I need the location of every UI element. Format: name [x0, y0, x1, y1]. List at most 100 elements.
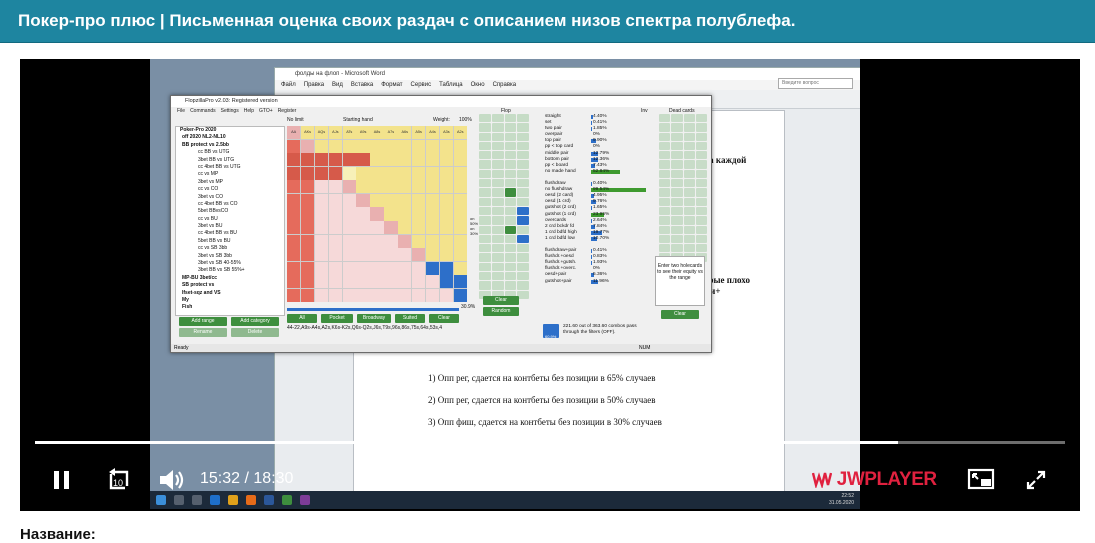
- hand-cell: [440, 221, 453, 234]
- flop-card: [517, 198, 529, 206]
- hand-cell: [384, 221, 397, 234]
- dead-card: [696, 114, 707, 122]
- video-player[interactable]: фолды на флоп - Microsoft Word ФайлПравк…: [20, 59, 1080, 511]
- hand-cell: [287, 289, 300, 302]
- hand-cell: [384, 167, 397, 180]
- hand-cell: [384, 275, 397, 288]
- dead-card: [671, 216, 682, 224]
- dead-card: [696, 133, 707, 141]
- word-menu-item: Вставка: [351, 82, 373, 88]
- pause-icon[interactable]: [52, 469, 72, 496]
- hand-cell: [454, 275, 467, 288]
- hand-cell: [301, 207, 314, 220]
- picture-in-picture-icon[interactable]: [967, 468, 995, 497]
- hand-cell: [315, 153, 328, 166]
- flop-card: [492, 263, 504, 271]
- hand-cell: [370, 289, 383, 302]
- hand-cell: [398, 221, 411, 234]
- hand-cell: [384, 194, 397, 207]
- dead-card: [696, 142, 707, 150]
- hand-cell: [287, 262, 300, 275]
- enter-holecards-text: Enter two holecards to see their equity …: [656, 263, 704, 281]
- weight-label: Weight:: [433, 117, 450, 123]
- flop-card: [479, 142, 491, 150]
- word-menu: ФайлПравкаВидВставкаФорматСервисТаблицаО…: [275, 80, 860, 90]
- hand-cell: A5s: [412, 126, 425, 139]
- flop-card: [505, 170, 517, 178]
- hand-cell: [343, 140, 356, 153]
- dead-card: [659, 123, 670, 131]
- pocket-button: Pocket: [321, 314, 353, 323]
- jwplayer-logo[interactable]: JWPLAYER: [812, 469, 937, 491]
- tree-item: MP-BU 3bet/cc: [176, 275, 284, 282]
- hand-cell: [426, 289, 439, 302]
- tree-item: 3bet BB vs SB 55%+: [176, 267, 284, 274]
- hand-cell: [287, 248, 300, 261]
- range-tree: Poker-Pro 2020off 2020 NL2-NL10BB protec…: [175, 126, 285, 316]
- dead-card: [659, 226, 670, 234]
- word-menu-item: Сервис: [411, 82, 432, 88]
- hand-cell: [426, 167, 439, 180]
- dead-card: [696, 198, 707, 206]
- tree-item: 5bet BBvsCO: [176, 208, 284, 215]
- flop-card: [479, 179, 491, 187]
- hand-cell: [287, 235, 300, 248]
- flop-card: [479, 160, 491, 168]
- flop-card: [492, 272, 504, 280]
- hand-cell: [454, 140, 467, 153]
- hand-cell: [356, 248, 369, 261]
- flop-card: [517, 291, 529, 299]
- flop-card: [492, 281, 504, 289]
- dead-card: [659, 198, 670, 206]
- hand-cell: [301, 180, 314, 193]
- fullscreen-icon[interactable]: [1025, 469, 1047, 496]
- hand-cell: [398, 289, 411, 302]
- dead-card: [659, 179, 670, 187]
- dead-card: [671, 198, 682, 206]
- hand-cell: [454, 167, 467, 180]
- hand-cell: [426, 221, 439, 234]
- hand-cell: [329, 289, 342, 302]
- hand-cell: [315, 207, 328, 220]
- hand-cell: [343, 275, 356, 288]
- progress-fill: [35, 441, 898, 444]
- dead-card: [684, 179, 695, 187]
- tree-item: 5bet BB vs BU: [176, 238, 284, 245]
- name-label: Название:: [20, 526, 96, 543]
- flop-card: [517, 216, 529, 224]
- hand-cell: [329, 140, 342, 153]
- dead-card: [671, 226, 682, 234]
- hand-cell: [384, 235, 397, 248]
- hand-cell: [329, 221, 342, 234]
- dead-card: [684, 123, 695, 131]
- weight-bar: [287, 308, 459, 311]
- hand-cell: [356, 289, 369, 302]
- hand-cell: [412, 248, 425, 261]
- duration: 18:30: [253, 470, 293, 487]
- hand-cell: [398, 153, 411, 166]
- hand-cell: [315, 262, 328, 275]
- word-menu-item: Вид: [332, 82, 343, 88]
- flop-card-grid: [479, 114, 529, 292]
- flop-card: [479, 151, 491, 159]
- tree-item: cc vs CO: [176, 186, 284, 193]
- hand-cell: [370, 194, 383, 207]
- hand-cell: [287, 140, 300, 153]
- flop-card: [505, 216, 517, 224]
- progress-bar[interactable]: [35, 441, 1065, 444]
- hand-cell: [412, 207, 425, 220]
- hand-cell: [426, 194, 439, 207]
- hand-cell: [301, 153, 314, 166]
- hand-cell: [454, 194, 467, 207]
- dead-card: [696, 226, 707, 234]
- rewind-10-icon[interactable]: 10: [105, 466, 133, 499]
- hand-cell: [384, 248, 397, 261]
- flopzilla-window: FlopzillaPro v2.03: Registered version F…: [170, 95, 712, 353]
- flop-card: [479, 133, 491, 141]
- dead-card: [696, 244, 707, 252]
- hand-cell: [370, 140, 383, 153]
- flop-card: [492, 207, 504, 215]
- hand-cell: [440, 194, 453, 207]
- volume-icon[interactable]: [158, 468, 186, 497]
- dead-card: [659, 207, 670, 215]
